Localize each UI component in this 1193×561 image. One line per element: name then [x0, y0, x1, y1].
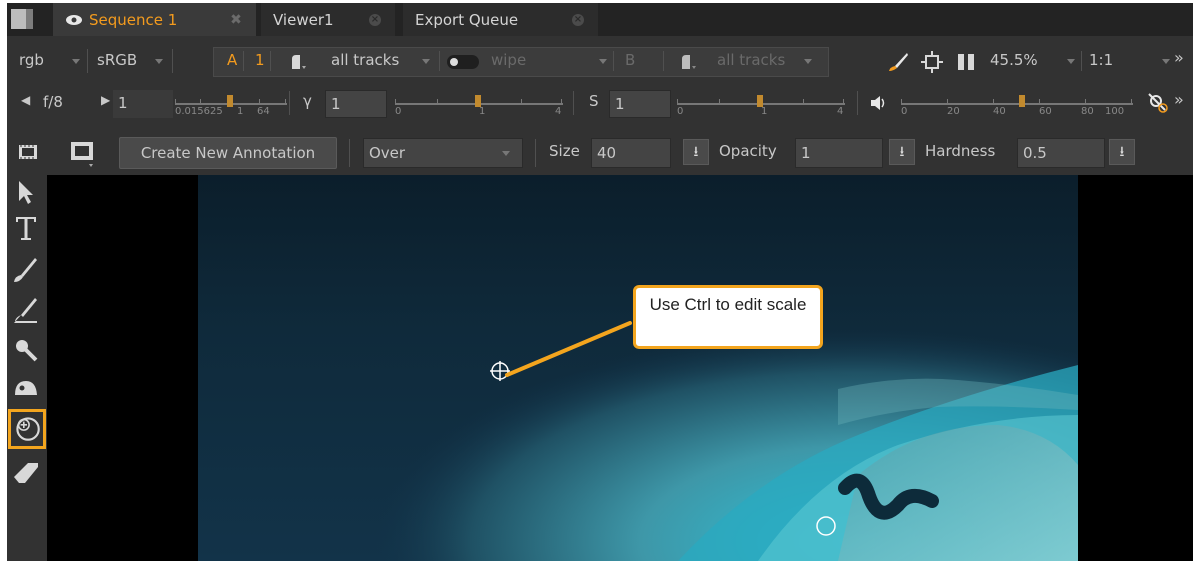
- gamma-label: γ: [303, 92, 312, 110]
- brush-tool-icon[interactable]: [11, 255, 41, 285]
- gamma-slider[interactable]: 0 1 4: [395, 91, 563, 119]
- saturation-field[interactable]: 1: [609, 90, 671, 118]
- saturation-label: S: [589, 92, 599, 110]
- input-b-button[interactable]: B: [625, 51, 635, 69]
- create-new-annotation-button[interactable]: Create New Annotation: [119, 137, 337, 169]
- fstop-label[interactable]: f/8: [43, 93, 63, 111]
- chevron-down-icon: [1162, 59, 1170, 64]
- smudge-tool-icon[interactable]: [11, 371, 41, 401]
- prev-stop-icon[interactable]: ◀: [21, 93, 30, 107]
- wipe-dropdown[interactable]: wipe: [491, 51, 526, 69]
- select-arrow-icon[interactable]: [11, 177, 41, 207]
- blend-mode-dropdown[interactable]: Over: [363, 138, 523, 168]
- magnifier-tool-icon[interactable]: [11, 335, 41, 365]
- input-a-button[interactable]: A: [227, 51, 237, 69]
- frame-icon[interactable]: [67, 140, 97, 168]
- ice-cave-scene: [198, 175, 1078, 561]
- wipe-toggle[interactable]: [447, 55, 479, 69]
- eye-icon: [66, 14, 82, 25]
- size-download-button[interactable]: ⭳: [683, 139, 709, 165]
- tooltip-callout: Use Ctrl to edit scale: [633, 285, 823, 349]
- volume-icon[interactable]: [869, 94, 887, 112]
- gain-field[interactable]: 1: [113, 90, 173, 118]
- tab-bar: Sequence 1 ✖ Viewer1 × Export Queue ×: [7, 3, 1193, 36]
- chevron-down-icon: [155, 59, 163, 64]
- tracks-a-dropdown[interactable]: all tracks: [331, 51, 399, 69]
- track-icon[interactable]: [289, 53, 307, 71]
- chevron-down-icon: [1067, 59, 1075, 64]
- saturation-slider[interactable]: 0 1 4: [677, 91, 845, 119]
- viewer-toolbar-top: rgb sRGB A 1 all tracks wipe B all track…: [7, 43, 1193, 79]
- chevron-down-icon: [422, 59, 430, 64]
- overflow-chevron-icon[interactable]: »: [1174, 48, 1184, 67]
- colorspace-dropdown[interactable]: sRGB: [97, 51, 137, 69]
- close-icon[interactable]: ×: [572, 14, 584, 26]
- chevron-down-icon: [804, 59, 812, 64]
- paint-brush-icon[interactable]: [887, 51, 909, 73]
- opacity-label: Opacity: [719, 142, 777, 160]
- pause-icon[interactable]: [955, 51, 977, 73]
- viewer-window: Sequence 1 ✖ Viewer1 × Export Queue × rg…: [7, 3, 1193, 561]
- ice-cave-image: [198, 175, 1078, 561]
- size-label: Size: [549, 142, 580, 160]
- filmstrip-icon[interactable]: [17, 141, 39, 163]
- opacity-field[interactable]: 1: [795, 138, 883, 168]
- crop-guides-icon[interactable]: [921, 51, 943, 73]
- pen-tool-icon[interactable]: [11, 295, 41, 325]
- annotation-toolbar: Create New Annotation Over Size 40 ⭳ Opa…: [7, 133, 1193, 173]
- sync-disabled-icon[interactable]: [1147, 92, 1169, 114]
- blend-mode-value: Over: [369, 144, 406, 162]
- hardness-download-button[interactable]: ⭳: [1109, 139, 1135, 165]
- pixel-ratio-dropdown[interactable]: 1:1: [1089, 51, 1113, 69]
- hardness-field[interactable]: 0.5: [1017, 138, 1105, 168]
- input-a-number[interactable]: 1: [255, 51, 265, 69]
- tab-label: Sequence 1: [89, 10, 178, 29]
- annotation-tools: [7, 175, 47, 561]
- opacity-download-button[interactable]: ⭳: [889, 139, 915, 165]
- viewer-canvas[interactable]: Use Ctrl to edit scale: [47, 175, 1193, 561]
- channels-dropdown[interactable]: rgb: [19, 51, 44, 69]
- size-field[interactable]: 40: [591, 138, 671, 168]
- text-tool-icon[interactable]: [11, 213, 41, 243]
- hardness-label: Hardness: [925, 142, 996, 160]
- clone-tool-icon[interactable]: [8, 409, 46, 449]
- tracks-b-dropdown[interactable]: all tracks: [717, 51, 785, 69]
- panel-menu-icon[interactable]: [11, 9, 33, 29]
- close-icon[interactable]: ×: [369, 14, 381, 26]
- tab-viewer1[interactable]: Viewer1 ×: [261, 3, 395, 36]
- zoom-dropdown[interactable]: 45.5%: [990, 51, 1038, 69]
- tab-export-queue[interactable]: Export Queue ×: [403, 3, 598, 36]
- chevron-down-icon: [599, 59, 607, 64]
- tab-sequence-1[interactable]: Sequence 1 ✖: [53, 3, 256, 36]
- close-icon[interactable]: ✖: [230, 13, 242, 27]
- tab-label: Viewer1: [273, 10, 334, 29]
- gain-slider[interactable]: 0.015625 1 64: [175, 91, 287, 119]
- track-icon[interactable]: [679, 53, 697, 71]
- next-stop-icon[interactable]: ▶: [101, 93, 110, 107]
- tab-label: Export Queue: [415, 10, 519, 29]
- volume-slider[interactable]: 0 20 40 60 80 100: [901, 91, 1133, 119]
- overflow-chevron-icon[interactable]: »: [1174, 90, 1184, 109]
- chevron-down-icon: [502, 151, 510, 156]
- chevron-down-icon: [72, 59, 80, 64]
- gamma-field[interactable]: 1: [325, 90, 387, 118]
- exposure-toolbar: ◀ f/8 ▶ 1 0.015625 1 64 γ 1 0 1 4 S 1 0 …: [7, 87, 1193, 121]
- eraser-tool-icon[interactable]: [11, 457, 41, 487]
